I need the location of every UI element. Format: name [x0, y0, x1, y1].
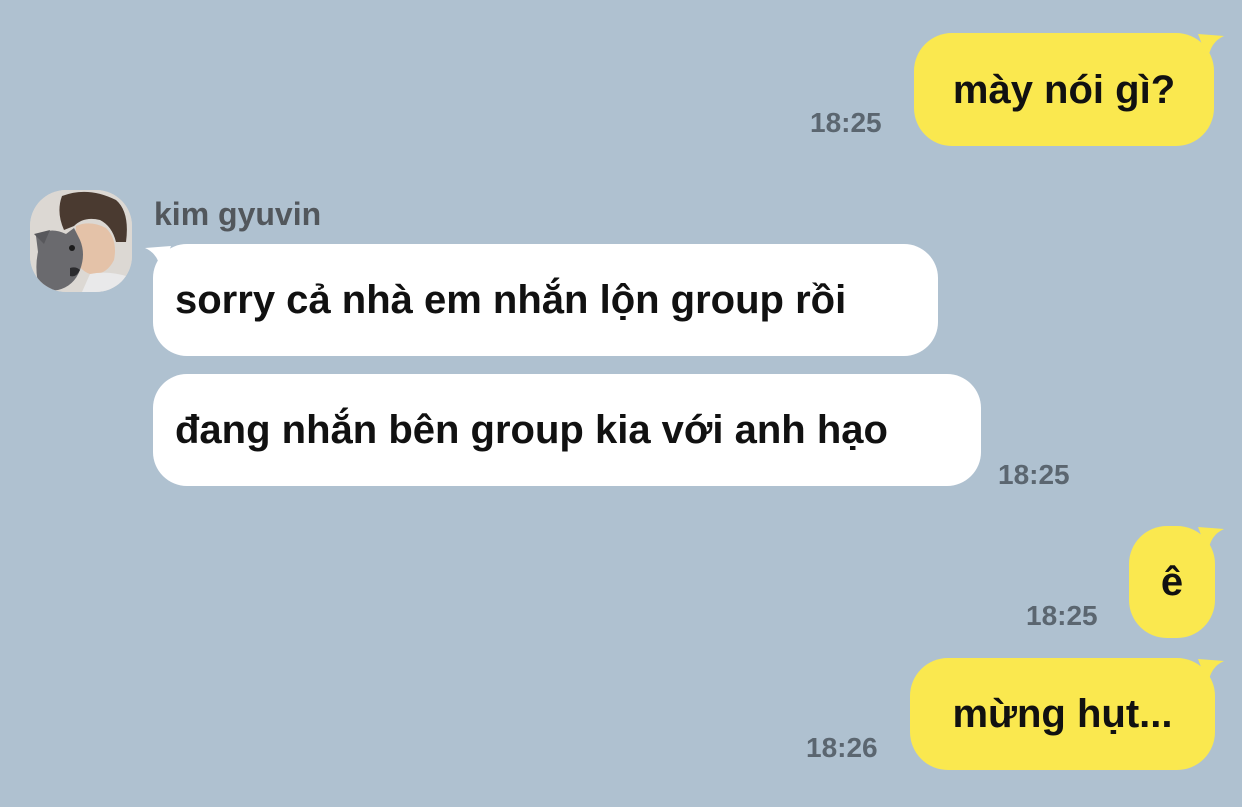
message-bubble-incoming[interactable]: sorry cả nhà em nhắn lộn group rồi [153, 244, 938, 356]
message-text: sorry cả nhà em nhắn lộn group rồi [175, 278, 847, 322]
bubble-tail [1198, 527, 1224, 553]
avatar-image [30, 190, 132, 292]
message-bubble-incoming[interactable]: đang nhắn bên group kia với anh hạo [153, 374, 981, 486]
message-text: ê [1160, 560, 1184, 604]
message-timestamp: 18:25 [810, 107, 882, 138]
message-timestamp: 18:26 [806, 732, 878, 763]
message-text: mày nói gì? [952, 67, 1176, 112]
message-bubble-outgoing[interactable]: mừng hụt... [910, 658, 1215, 770]
message-text: đang nhắn bên group kia với anh hạo [175, 408, 888, 452]
avatar[interactable] [30, 190, 132, 292]
message-text: mừng hụt... [952, 692, 1173, 736]
bubble-tail [1198, 659, 1224, 685]
sender-name[interactable]: kim gyuvin [154, 196, 321, 233]
bubble-tail [1198, 34, 1224, 60]
message-bubble-outgoing[interactable]: mày nói gì? [914, 33, 1214, 146]
message-timestamp: 18:25 [998, 459, 1070, 490]
message-timestamp: 18:25 [1026, 600, 1098, 631]
